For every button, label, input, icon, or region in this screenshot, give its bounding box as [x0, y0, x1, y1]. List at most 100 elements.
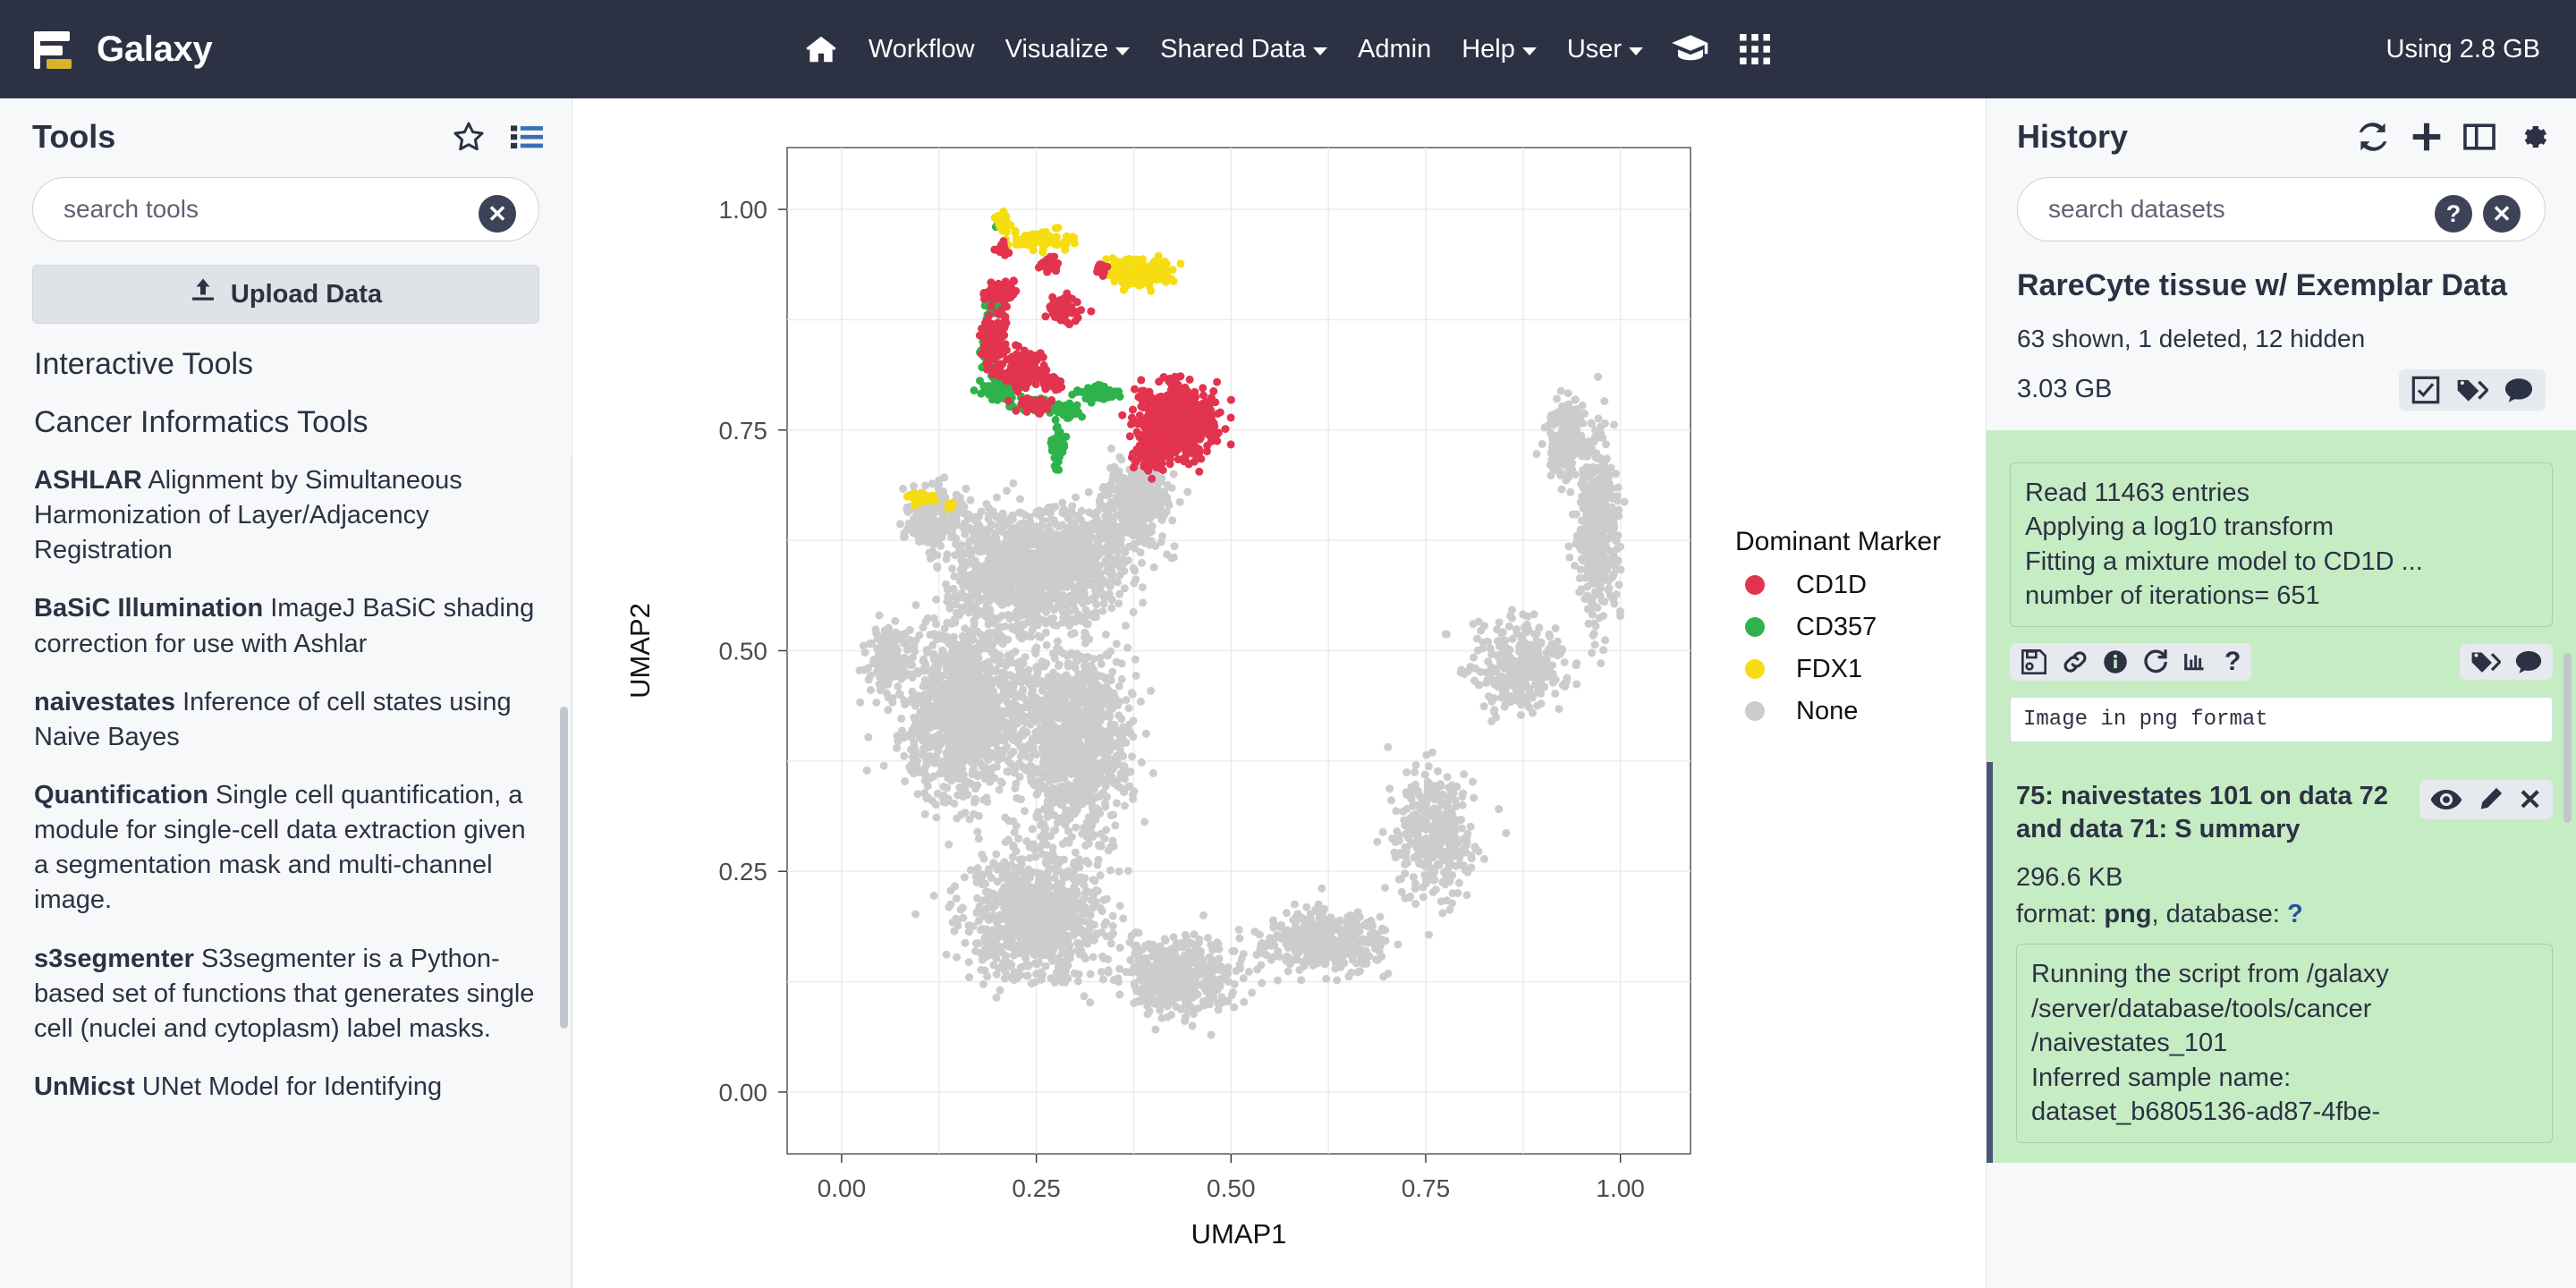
- umap-scatter-plot: 0.00 0.25 0.50 0.75 1.00 0.00 0.25 0.50 0.75 1.00…: [572, 98, 1986, 1288]
- nav-shared-data-label: Shared Data: [1160, 34, 1306, 64]
- refresh-icon[interactable]: [2356, 122, 2390, 152]
- history-size-row: 3.03 GB: [1987, 353, 2576, 430]
- history-size: 3.03 GB: [2017, 375, 2113, 403]
- nav-admin[interactable]: Admin: [1354, 30, 1435, 70]
- nav-visualize[interactable]: Visualize: [1002, 30, 1134, 70]
- link-icon[interactable]: [2062, 648, 2089, 675]
- search-input[interactable]: [32, 177, 539, 242]
- chevron-down-icon: [1115, 47, 1131, 55]
- tool-section-interactive[interactable]: Interactive Tools: [34, 347, 536, 382]
- dataset-action-group: ✕: [2419, 779, 2553, 819]
- nav-help[interactable]: Help: [1458, 30, 1540, 70]
- info-icon[interactable]: [2103, 649, 2128, 674]
- clear-search-icon[interactable]: ✕: [2483, 195, 2521, 233]
- dataset-title[interactable]: 75: naivestates 101 on data 72 and data …: [2016, 780, 2411, 847]
- legend-label-CD1D: CD1D: [1796, 571, 1867, 599]
- tool-name: naivestates: [34, 687, 175, 716]
- grid-apps-icon[interactable]: [1734, 29, 1775, 70]
- page-title: Tools: [32, 118, 116, 155]
- history-name[interactable]: RareCyte tissue w/ Exemplar Data: [1987, 242, 2576, 305]
- eye-icon[interactable]: [2430, 788, 2462, 811]
- dataset-format-line: format: png, database: ?: [2016, 900, 2553, 929]
- clear-search-icon[interactable]: ✕: [479, 195, 516, 233]
- database-label: , database:: [2151, 900, 2280, 929]
- dataset-peek: Running the script from /galaxy /server/…: [2016, 944, 2553, 1143]
- peek-line: Read 11463 entries: [2025, 478, 2250, 507]
- visualize-icon[interactable]: [2183, 649, 2210, 674]
- brand-name: Galaxy: [97, 29, 213, 69]
- tool-item-s3segmenter[interactable]: s3segmenter S3segmenter is a Python-base…: [34, 942, 536, 1046]
- dataset-card[interactable]: 75: naivestates 101 on data 72 and data …: [1987, 761, 2576, 1163]
- history-title: History: [2017, 118, 2129, 155]
- tool-desc: UNet Model for Identifying: [141, 1072, 443, 1101]
- rerun-icon[interactable]: [2142, 648, 2169, 675]
- nav-user-label: User: [1566, 34, 1623, 64]
- tool-item-unmicst[interactable]: UnMicst UNet Model for Identifying: [34, 1070, 536, 1105]
- dataset-card[interactable]: Read 11463 entries Applying a log10 tran…: [1987, 429, 2576, 762]
- columns-icon[interactable]: [2463, 123, 2496, 150]
- legend-label-None: None: [1796, 697, 1858, 725]
- pencil-icon[interactable]: [2477, 786, 2504, 813]
- brand-logo[interactable]: Galaxy: [0, 28, 213, 71]
- select-checkbox-icon[interactable]: [2411, 376, 2440, 404]
- help-icon[interactable]: ?: [2435, 195, 2472, 233]
- legend-swatch-CD1D: [1745, 575, 1765, 595]
- tool-panel: Tools ✕ Upload: [0, 98, 572, 1288]
- upload-data-button[interactable]: Upload Data: [32, 265, 539, 324]
- comment-icon[interactable]: [2504, 377, 2533, 403]
- peek-line: number of iterations= 651: [2025, 581, 2320, 611]
- gear-icon[interactable]: [2517, 121, 2549, 153]
- dataset-meta-group: [2460, 643, 2553, 680]
- list-icon[interactable]: [511, 123, 543, 150]
- home-icon[interactable]: [801, 29, 842, 70]
- history-toolbar: [2399, 369, 2546, 411]
- format-value: png: [2104, 900, 2152, 929]
- chevron-down-icon: [1521, 47, 1537, 55]
- nav-workflow-label: Workflow: [868, 34, 975, 64]
- save-icon[interactable]: [2021, 648, 2047, 675]
- nav-user[interactable]: User: [1563, 30, 1647, 70]
- legend-label-FDX1: FDX1: [1796, 655, 1862, 683]
- star-icon[interactable]: [452, 120, 486, 154]
- peek-line: Inferred sample name:: [2031, 1063, 2292, 1092]
- tool-item-basic-illumination[interactable]: BaSiC Illumination ImageJ BaSiC shading …: [34, 591, 536, 661]
- center-panel: 0.00 0.25 0.50 0.75 1.00 0.00 0.25 0.50 0.75 1.00…: [572, 98, 1986, 1288]
- history-scrollbar[interactable]: [2563, 653, 2572, 823]
- nav-shared-data[interactable]: Shared Data: [1157, 30, 1331, 70]
- delete-x-icon[interactable]: ✕: [2518, 785, 2542, 814]
- comment-icon[interactable]: [2515, 649, 2542, 674]
- tool-name: BaSiC Illumination: [34, 594, 264, 623]
- database-value[interactable]: ?: [2287, 900, 2303, 928]
- tags-icon[interactable]: [2456, 377, 2488, 403]
- graduation-cap-icon[interactable]: [1670, 29, 1711, 70]
- plot-svg: 0.00 0.25 0.50 0.75 1.000.000.250.500.751.00…: [624, 147, 1941, 1250]
- history-dataset-list: Read 11463 entries Applying a log10 tran…: [1987, 429, 2576, 1288]
- galaxy-logo-icon: [34, 28, 77, 71]
- help-icon[interactable]: ?: [2224, 648, 2241, 675]
- peek-line: /naivestates_101: [2031, 1029, 2228, 1058]
- legend-title: Dominant Marker: [1735, 527, 1941, 556]
- nav-workflow[interactable]: Workflow: [865, 30, 979, 70]
- tool-search-wrap: ✕: [0, 165, 572, 242]
- tool-item-ashlar[interactable]: ASHLAR Alignment by Simultaneous Harmoni…: [34, 463, 536, 568]
- legend-label-CD357: CD357: [1796, 613, 1877, 641]
- tool-panel-scrollbar[interactable]: [560, 707, 568, 1029]
- peek-line: Applying a log10 transform: [2025, 513, 2334, 542]
- legend-swatch-CD357: [1745, 617, 1765, 637]
- peek-line: Running the script from /galaxy: [2031, 960, 2389, 989]
- tool-panel-divider: [571, 456, 572, 1288]
- peek-line: /server/database/tools/cancer: [2031, 994, 2372, 1023]
- history-panel-header: History: [1987, 98, 2576, 165]
- quota-label: Using 2.8 GB: [2385, 34, 2540, 64]
- tool-name: ASHLAR: [34, 466, 142, 495]
- tool-name: s3segmenter: [34, 944, 194, 973]
- tags-icon[interactable]: [2470, 649, 2501, 674]
- tool-item-naivestates[interactable]: naivestates Inference of cell states usi…: [34, 685, 536, 755]
- tool-list: Interactive Tools Cancer Informatics Too…: [0, 347, 572, 1288]
- tool-item-quantification[interactable]: Quantification Single cell quantificatio…: [34, 778, 536, 919]
- dataset-action-group: ?: [2010, 642, 2252, 681]
- format-label: format:: [2016, 900, 2097, 929]
- tool-section-cancer[interactable]: Cancer Informatics Tools: [34, 405, 536, 440]
- tool-panel-header: Tools: [0, 98, 572, 165]
- plus-icon[interactable]: [2411, 122, 2442, 152]
